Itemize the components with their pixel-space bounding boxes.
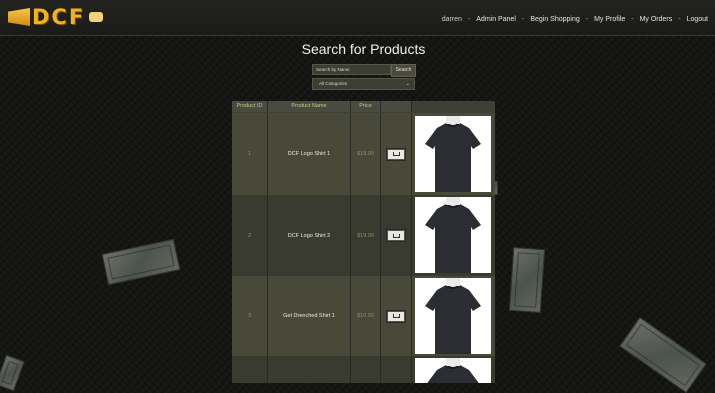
product-price-cell: $18.00 — [351, 113, 381, 195]
brand-logo[interactable]: DCF — [8, 5, 104, 29]
logo-tag-icon — [8, 8, 30, 26]
cart-icon — [392, 152, 400, 156]
table-row: 2 DCF Logo Shirt 2 $19.00 — [232, 195, 495, 276]
nav-username: darren — [441, 16, 462, 23]
product-name-cell: Get Drenched Shirt 1 — [268, 276, 351, 356]
add-to-cart-cell — [381, 276, 412, 356]
money-bill-decoration — [619, 316, 707, 393]
chevron-down-icon: ⌄ — [405, 81, 410, 87]
tshirt-image — [425, 116, 481, 192]
product-name-cell: DCF Logo Shirt 2 — [268, 195, 351, 276]
add-to-cart-button[interactable] — [387, 310, 405, 322]
add-to-cart-button[interactable] — [387, 148, 405, 160]
money-bill-decoration — [101, 238, 181, 286]
add-to-cart-cell — [381, 113, 412, 195]
logo-text: DCF — [32, 5, 86, 29]
nav-separator: - — [521, 16, 525, 23]
table-row: 3 Get Drenched Shirt 1 $10.00 — [232, 276, 495, 356]
money-bill-decoration — [508, 246, 546, 314]
money-bill-decoration — [0, 354, 25, 392]
nav-separator: - — [585, 16, 589, 23]
add-to-cart-cell — [381, 356, 412, 383]
product-id-cell — [232, 356, 268, 383]
add-to-cart-button[interactable] — [387, 230, 405, 241]
product-id-cell: 1 — [232, 113, 268, 195]
product-id-cell: 3 — [232, 276, 268, 356]
search-button[interactable]: Search — [391, 64, 416, 77]
table-row — [232, 356, 495, 383]
cart-icon — [392, 314, 400, 318]
nav-begin-shopping-link[interactable]: Begin Shopping — [530, 16, 579, 23]
search-input[interactable]: Search by Name — [312, 64, 391, 75]
product-image — [415, 197, 491, 273]
nav-separator: - — [631, 16, 634, 23]
product-price-cell — [351, 356, 381, 383]
product-price-cell: $19.00 — [351, 195, 381, 276]
nav-separator: - — [678, 16, 681, 23]
nav-admin-panel-link[interactable]: Admin Panel — [476, 16, 516, 23]
top-navbar: DCF darren - Admin Panel - Begin Shoppin… — [0, 0, 715, 36]
table-row: 1 DCF Logo Shirt 1 $18.00 — [232, 113, 495, 195]
nav-logout-link[interactable]: Logout — [687, 16, 708, 23]
product-name-cell — [268, 356, 351, 383]
tshirt-image — [425, 278, 481, 354]
cart-icon — [392, 233, 400, 238]
nav-my-profile-link[interactable]: My Profile — [594, 16, 625, 23]
product-image — [415, 278, 491, 354]
product-image — [415, 358, 491, 383]
tshirt-image — [427, 358, 479, 383]
header-product-name: Product Name — [268, 101, 351, 112]
nav-separator: - — [467, 16, 471, 23]
money-bag-icon — [89, 12, 104, 22]
product-name-cell: DCF Logo Shirt 1 — [268, 113, 351, 195]
header-product-id: Product ID — [232, 101, 268, 112]
product-price-cell: $10.00 — [351, 276, 381, 356]
header-cart — [381, 101, 412, 112]
product-image — [415, 116, 491, 192]
category-select-value: All Categories — [319, 81, 348, 86]
page-title: Search for Products — [301, 41, 426, 57]
product-id-cell: 2 — [232, 195, 268, 276]
header-price: Price — [351, 101, 381, 112]
category-select[interactable]: All Categories ⌄ — [312, 78, 415, 90]
add-to-cart-cell — [381, 195, 412, 276]
nav-links: darren - Admin Panel - Begin Shopping - … — [442, 16, 708, 23]
nav-my-orders-link[interactable]: My Orders — [640, 16, 673, 23]
tshirt-image — [425, 197, 481, 273]
